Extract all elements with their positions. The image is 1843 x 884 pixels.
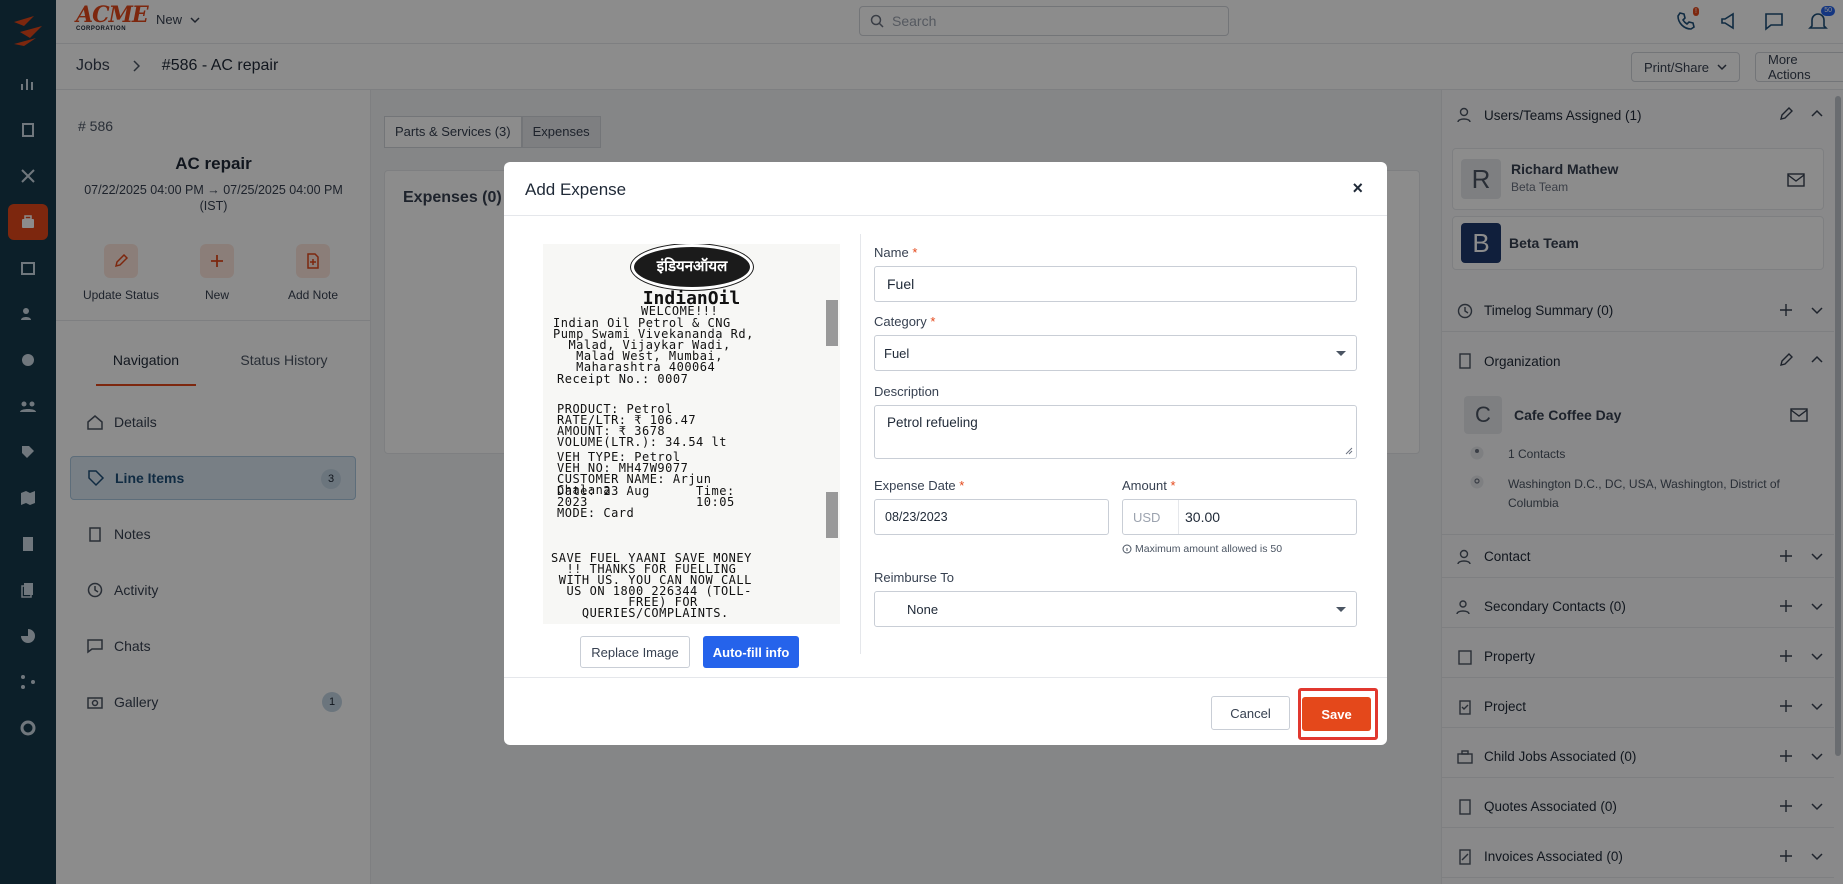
name-input[interactable]: Fuel bbox=[874, 266, 1357, 302]
name-value: Fuel bbox=[887, 276, 915, 292]
amount-currency: USD bbox=[1123, 500, 1179, 534]
category-select[interactable]: Fuel bbox=[874, 335, 1357, 371]
modal-header: Add Expense × bbox=[504, 162, 1387, 216]
modal-divider bbox=[860, 234, 861, 654]
name-label: Name * bbox=[874, 245, 917, 260]
replace-image-button[interactable]: Replace Image bbox=[580, 636, 690, 668]
amount-label-text: Amount bbox=[1122, 478, 1167, 493]
receipt-number: Receipt No.: 0007 bbox=[557, 372, 689, 386]
modal-footer-divider bbox=[504, 677, 1387, 678]
receipt-image: इंडियनऑयल IndianOil WELCOME!!! Indian Oi… bbox=[543, 244, 840, 624]
reimburse-to-label: Reimburse To bbox=[874, 570, 954, 585]
receipt-address: Indian Oil Petrol & CNG Pump Swami Vivek… bbox=[553, 316, 754, 374]
receipt-footer: SAVE FUEL YAANI SAVE MONEY !! THANKS FOR… bbox=[551, 551, 752, 620]
expense-date-value: 08/23/2023 bbox=[885, 510, 948, 524]
category-value: Fuel bbox=[884, 345, 910, 361]
receipt-stamp bbox=[826, 492, 838, 538]
category-label: Category * bbox=[874, 314, 935, 329]
amount-value: 30.00 bbox=[1185, 509, 1221, 525]
receipt-fuel-details: PRODUCT: Petrol RATE/LTR: ₹ 106.47 AMOUN… bbox=[557, 402, 727, 449]
reimburse-to-value: None bbox=[907, 601, 939, 617]
indianoil-logo: इंडियनऑयल bbox=[630, 244, 754, 291]
dropdown-caret-icon bbox=[1336, 351, 1346, 356]
add-expense-modal: Add Expense × इंडियनऑयल IndianOil WELCOM… bbox=[504, 162, 1387, 745]
description-textarea[interactable]: Petrol refueling bbox=[874, 405, 1357, 459]
close-icon[interactable]: × bbox=[1352, 178, 1363, 199]
autofill-info-button[interactable]: Auto-fill info bbox=[703, 636, 799, 668]
name-label-text: Name bbox=[874, 245, 909, 260]
required-mark: * bbox=[1170, 478, 1176, 493]
expense-date-label: Expense Date * bbox=[874, 478, 964, 493]
description-label: Description bbox=[874, 384, 940, 399]
save-button[interactable]: Save bbox=[1302, 697, 1371, 731]
modal-title: Add Expense bbox=[525, 180, 627, 199]
expense-date-label-text: Expense Date bbox=[874, 478, 956, 493]
dropdown-caret-icon bbox=[1336, 607, 1346, 612]
cancel-button[interactable]: Cancel bbox=[1211, 696, 1290, 730]
amount-hint: Maximum amount allowed is 50 bbox=[1122, 543, 1282, 555]
amount-label: Amount * bbox=[1122, 478, 1176, 493]
receipt-date-time: Date: 23 Aug Time: 2023 10:05 MODE: Card bbox=[557, 484, 735, 520]
receipt-stamp bbox=[826, 300, 838, 346]
required-mark: * bbox=[912, 245, 918, 260]
amount-input[interactable]: USD 30.00 bbox=[1122, 499, 1357, 535]
reimburse-to-select[interactable]: None bbox=[874, 591, 1357, 627]
resize-handle-icon[interactable] bbox=[1345, 447, 1353, 455]
amount-hint-text: Maximum amount allowed is 50 bbox=[1135, 543, 1283, 555]
required-mark: * bbox=[959, 478, 965, 493]
expense-date-input[interactable]: 08/23/2023 bbox=[874, 499, 1109, 535]
required-mark: * bbox=[930, 314, 936, 329]
category-label-text: Category bbox=[874, 314, 927, 329]
info-icon bbox=[1122, 544, 1132, 554]
description-value: Petrol refueling bbox=[887, 415, 978, 430]
